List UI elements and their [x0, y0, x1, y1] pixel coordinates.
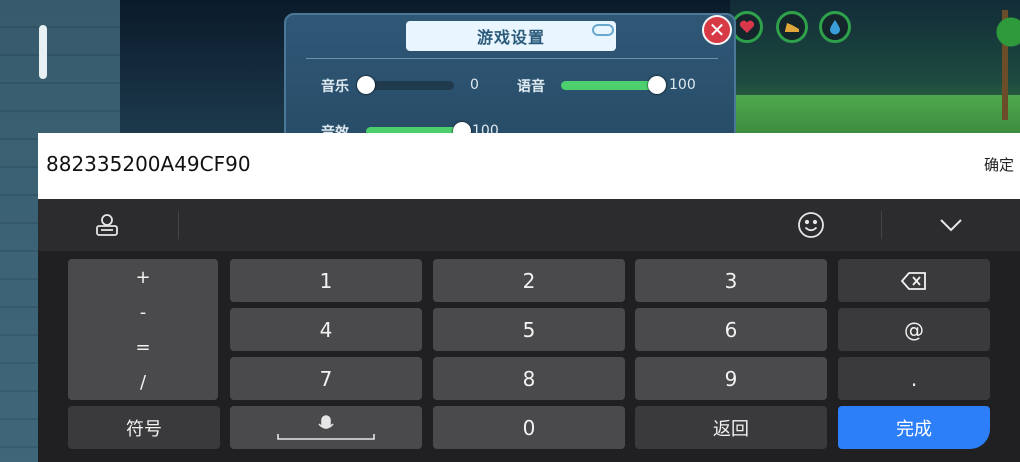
- water-drop-icon[interactable]: [819, 11, 851, 43]
- key-3[interactable]: 3: [635, 259, 827, 302]
- emoji-icon[interactable]: [795, 209, 827, 241]
- side-menu-handle[interactable]: [39, 25, 47, 79]
- equals-key[interactable]: =: [68, 337, 218, 358]
- voice-label: 语音: [517, 79, 545, 95]
- grass-ground: [730, 95, 1020, 135]
- backspace-icon: [901, 271, 926, 290]
- keyboard-settings-icon[interactable]: [91, 209, 123, 241]
- backspace-key[interactable]: [838, 259, 990, 302]
- title-right-ornament: [592, 24, 614, 36]
- key-0[interactable]: 0: [433, 406, 625, 449]
- done-button[interactable]: 完成: [838, 406, 990, 449]
- key-2[interactable]: 2: [433, 259, 625, 302]
- plus-key[interactable]: +: [68, 267, 218, 288]
- divider: [306, 58, 718, 59]
- text-input-bar: 882335200A49CF90 确定: [38, 133, 1020, 199]
- microphone-icon: [277, 414, 375, 440]
- music-value: 0: [470, 77, 479, 93]
- voice-slider[interactable]: [561, 76, 666, 94]
- shoe-icon[interactable]: [776, 11, 808, 43]
- close-icon: ✕: [708, 18, 726, 42]
- space-key[interactable]: [230, 406, 422, 449]
- key-8[interactable]: 8: [433, 357, 625, 400]
- toolbar-divider: [178, 211, 179, 239]
- confirm-button[interactable]: 确定: [984, 154, 1014, 175]
- palm-tree: [990, 10, 1020, 120]
- music-slider-thumb[interactable]: [357, 76, 375, 94]
- text-input[interactable]: 882335200A49CF90: [46, 152, 251, 176]
- voice-slider-thumb[interactable]: [648, 76, 666, 94]
- key-4[interactable]: 4: [230, 308, 422, 351]
- key-9[interactable]: 9: [635, 357, 827, 400]
- voice-slider-fill: [561, 81, 657, 90]
- keyboard-toolbar: [38, 199, 1020, 251]
- game-settings-panel: 游戏设置 音乐 0 语音 100 音效 100: [284, 13, 736, 153]
- back-button[interactable]: 返回: [635, 406, 827, 449]
- voice-value: 100: [669, 77, 696, 93]
- minus-key[interactable]: -: [68, 302, 218, 323]
- key-6[interactable]: 6: [635, 308, 827, 351]
- symbol-switch-button[interactable]: 符号: [68, 406, 220, 449]
- close-button[interactable]: ✕: [702, 15, 732, 45]
- key-7[interactable]: 7: [230, 357, 422, 400]
- collapse-chevron-icon[interactable]: [935, 209, 967, 241]
- key-1[interactable]: 1: [230, 259, 422, 302]
- slash-key[interactable]: /: [68, 372, 218, 393]
- page-title: 游戏设置: [476, 28, 545, 47]
- dot-key[interactable]: .: [838, 357, 990, 400]
- at-key[interactable]: @: [838, 308, 990, 351]
- symbol-column: + - = /: [68, 259, 218, 400]
- soft-keyboard: + - = / 1 2 3 4 5 6 7 8 9 @ . 符号 0 返回 完成: [38, 199, 1020, 462]
- music-slider[interactable]: [357, 76, 454, 94]
- toolbar-divider: [881, 211, 882, 239]
- settings-title-bar: 游戏设置: [406, 21, 616, 51]
- key-5[interactable]: 5: [433, 308, 625, 351]
- music-label: 音乐: [321, 79, 349, 95]
